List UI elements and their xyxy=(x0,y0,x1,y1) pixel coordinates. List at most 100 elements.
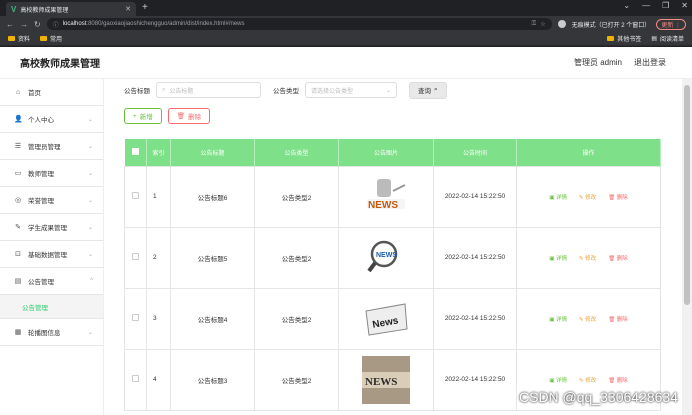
type-label: 公告类型 xyxy=(273,88,299,95)
row-title: 公告标题6 xyxy=(170,165,255,228)
reload-icon[interactable]: ↻ xyxy=(34,20,41,29)
edit-button[interactable]: ✎ 修改 xyxy=(579,315,596,323)
chevron-down-icon: ⌄ xyxy=(87,170,93,177)
user-icon: 👤 xyxy=(14,116,23,123)
column-header[interactable]: 索引 xyxy=(146,139,171,166)
detail-button[interactable]: ▣ 详情 xyxy=(549,315,567,323)
page-viewport: 高校教师成果管理 管理员 admin 退出登录 ⌂ 首页 👤 个人中心 ⌄ ☰ 管理员管理 ⌄… xyxy=(0,47,692,415)
table-row[interactable]: 1 公告标题6 公告类型2 NEWS 2022-02-14 15:22:50 ▣ 详情 ✎ … xyxy=(124,165,661,228)
news-thumbnail-image: NEWS xyxy=(362,234,410,282)
app-title: 高校教师成果管理 xyxy=(20,59,100,70)
detail-button[interactable]: ▣ 详情 xyxy=(549,193,567,201)
star-icon[interactable]: ☆ xyxy=(540,21,545,28)
row-checkbox[interactable] xyxy=(124,226,147,289)
delete-button[interactable]: 🗑 删除 xyxy=(608,254,628,262)
column-header[interactable]: 公告时间 xyxy=(433,139,517,166)
delete-button[interactable]: 🗑 删除 xyxy=(608,193,628,201)
sidebar-item[interactable]: 👤 个人中心 ⌄ xyxy=(0,106,103,133)
table-row[interactable]: 3 公告标题4 公告类型2 News 2022-02-14 15:22:50 ▣ 详情 ✎ … xyxy=(124,287,661,350)
select-all-checkbox[interactable] xyxy=(124,139,147,166)
query-button[interactable]: 查询 ⌕ xyxy=(409,81,447,99)
key-icon[interactable]: ⚿ xyxy=(532,21,537,28)
delete-button[interactable]: 🗑 删除 xyxy=(608,376,628,384)
table-row[interactable]: 2 公告标题5 公告类型2 NEWS 2022-02-14 15:22:50 ▣ 详情 ✎ … xyxy=(124,226,661,289)
sidebar-item-label: 基础数据管理 xyxy=(28,252,67,259)
chevron-down-icon: ⌄ xyxy=(87,251,93,258)
app-header: 高校教师成果管理 管理员 admin 退出登录 xyxy=(0,47,692,79)
search-icon: ⌕ xyxy=(162,86,166,93)
sidebar-item[interactable]: ⊡ 基础数据管理 ⌄ xyxy=(0,241,103,268)
sidebar-item[interactable]: ▭ 教师管理 ⌄ xyxy=(0,160,103,187)
trash-icon: 🗑 xyxy=(608,316,616,323)
detail-icon: ▣ xyxy=(549,377,555,384)
sidebar-item[interactable]: ▤ 公告管理 ^ xyxy=(0,268,103,295)
row-checkbox[interactable] xyxy=(124,348,147,411)
chevron-down-icon: ⌄ xyxy=(87,197,93,204)
forward-icon[interactable]: → xyxy=(20,20,28,29)
trash-icon: 🗑 xyxy=(608,377,616,384)
page-scrollbar[interactable] xyxy=(682,79,692,415)
crop-icon: ⊡ xyxy=(15,251,21,258)
window-controls: ⌄ — ❐ ✕ xyxy=(623,1,688,10)
edit-button[interactable]: ✎ 修改 xyxy=(579,254,596,262)
sidebar-item[interactable]: ⌂ 首页 xyxy=(0,79,103,106)
row-time: 2022-02-14 15:22:50 xyxy=(433,348,517,411)
table-header-row: 索引 公告标题 公告类型 公告图片 公告时间 操作 xyxy=(124,139,661,166)
tab-close-icon[interactable]: ✕ xyxy=(125,5,131,13)
row-type: 公告类型2 xyxy=(254,226,339,289)
row-checkbox[interactable] xyxy=(124,287,147,350)
column-header[interactable]: 公告类型 xyxy=(254,139,339,166)
sidebar-item-label: 教师管理 xyxy=(28,171,54,178)
column-header[interactable]: 公告标题 xyxy=(170,139,255,166)
sidebar-item[interactable]: ▦ 轮播图信息 ⌄ xyxy=(0,319,103,346)
edit-button[interactable]: ✎ 修改 xyxy=(579,193,596,201)
sidebar-item-label: 管理员管理 xyxy=(28,144,61,151)
column-header[interactable]: 公告图片 xyxy=(338,139,434,166)
detail-button[interactable]: ▣ 详情 xyxy=(549,376,567,384)
update-button[interactable]: 更新 ⋮ xyxy=(656,18,686,30)
folder-icon xyxy=(607,36,615,41)
reading-list[interactable]: ▤ 阅读清单 xyxy=(651,34,684,43)
browser-toolbar: ← → ↻ ⓘ localhost:8080/gaoxiaojiaoshiche… xyxy=(0,16,692,32)
row-actions: ▣ 详情 ✎ 修改 🗑 删除 xyxy=(516,287,661,350)
address-bar[interactable]: ⓘ localhost:8080/gaoxiaojiaoshichengguo/… xyxy=(46,18,552,30)
tab-title: 高校教师成果管理 xyxy=(20,7,69,14)
new-tab-icon[interactable]: + xyxy=(142,2,148,13)
add-button[interactable]: + 新增 xyxy=(124,108,162,124)
chevron-down-icon: ⌄ xyxy=(385,87,391,94)
title-search-input[interactable]: ⌕ 公告标题 xyxy=(156,82,261,98)
batch-delete-button[interactable]: 🗑 删除 xyxy=(167,108,211,124)
row-checkbox[interactable] xyxy=(124,165,147,228)
delete-button[interactable]: 🗑 删除 xyxy=(608,315,628,323)
bookmark-folder[interactable]: 常用 xyxy=(40,34,62,43)
sidebar-item[interactable]: ☰ 管理员管理 ⌄ xyxy=(0,133,103,160)
minimize-icon[interactable]: — xyxy=(642,1,650,10)
other-bookmarks[interactable]: 其他书签 xyxy=(607,34,641,43)
incognito-icon xyxy=(557,20,566,28)
row-index: 3 xyxy=(146,287,171,350)
folder-icon xyxy=(40,36,48,41)
search-icon: ⌕ xyxy=(434,86,438,93)
row-time: 2022-02-14 15:22:50 xyxy=(433,287,517,350)
sidebar-subitem-news[interactable]: 公告管理 xyxy=(0,295,103,319)
browser-tab[interactable]: V 高校教师成果管理 ✕ xyxy=(6,2,136,16)
sliders-icon: ☰ xyxy=(14,143,22,150)
bookmark-folder[interactable]: 资料 xyxy=(8,34,30,43)
search-form: 公告标题 ⌕ 公告标题 公告类型 请选择公告类型 ⌄ 查询 ⌕ xyxy=(124,79,670,101)
incognito-label: 无痕模式（已打开 2 个窗口） xyxy=(571,22,651,29)
row-index: 2 xyxy=(146,226,171,289)
info-icon[interactable]: ⓘ xyxy=(53,20,59,29)
detail-button[interactable]: ▣ 详情 xyxy=(549,254,567,262)
restore-icon[interactable]: ❐ xyxy=(662,1,669,10)
sidebar-item[interactable]: ✎ 学生成果管理 ⌄ xyxy=(0,214,103,241)
scrollbar-thumb[interactable] xyxy=(684,85,690,305)
action-bar: + 新增 🗑 删除 xyxy=(124,101,670,131)
logout-button[interactable]: 退出登录 xyxy=(634,57,666,68)
close-window-icon[interactable]: ✕ xyxy=(681,1,688,10)
type-select[interactable]: 请选择公告类型 ⌄ xyxy=(305,82,397,98)
chevron-down-icon[interactable]: ⌄ xyxy=(623,1,630,10)
back-icon[interactable]: ← xyxy=(6,20,14,29)
edit-button[interactable]: ✎ 修改 xyxy=(579,376,596,384)
svg-text:NEWS: NEWS xyxy=(376,252,397,259)
sidebar-item[interactable]: ◎ 荣誉管理 ⌄ xyxy=(0,187,103,214)
